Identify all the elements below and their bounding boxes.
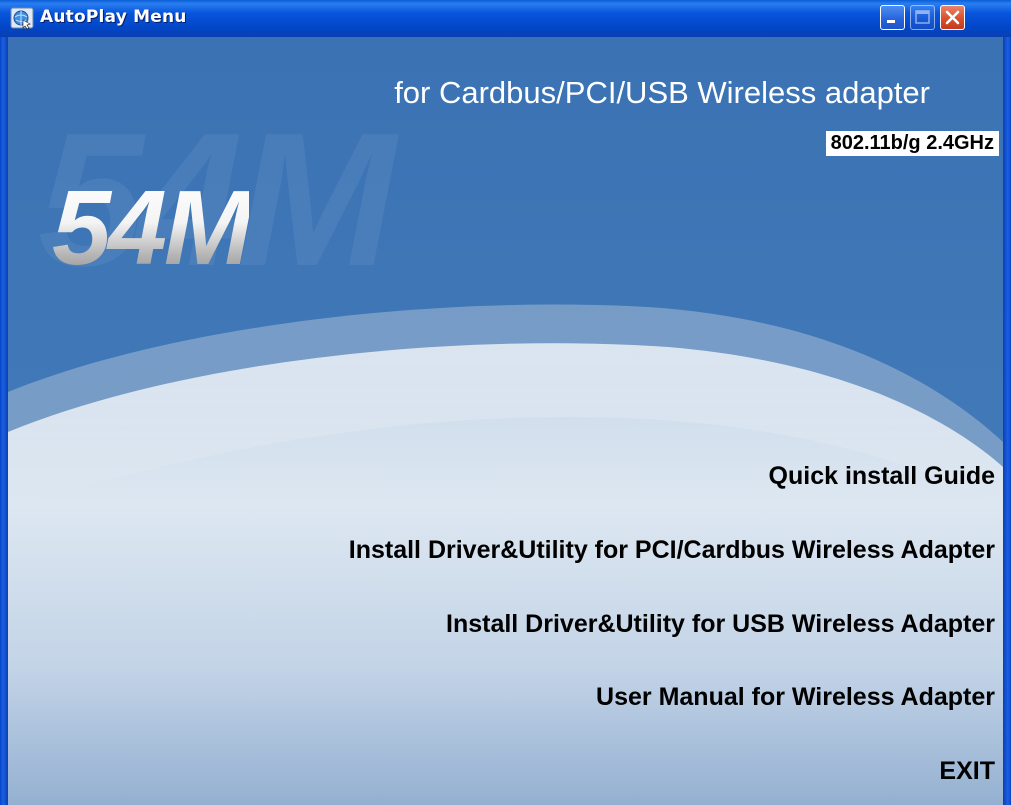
install-pci-cardbus-driver-link[interactable]: Install Driver&Utility for PCI/Cardbus W… [349, 536, 995, 565]
spec-badge: 802.11b/g 2.4GHz [825, 131, 999, 156]
minimize-button[interactable] [880, 5, 905, 30]
maximize-icon [915, 10, 930, 24]
minimize-icon [887, 20, 895, 23]
autoplay-content: 54M for Cardbus/PCI/USB Wireless adapter… [8, 37, 1003, 805]
product-subtitle: for Cardbus/PCI/USB Wireless adapter [394, 75, 930, 110]
window-frame-right [1003, 37, 1011, 805]
exit-link[interactable]: EXIT [939, 757, 995, 786]
close-icon [945, 10, 960, 25]
autoplay-window: AutoPlay Menu for Cardbus/PCI/USB Wirele… [0, 0, 1011, 805]
maximize-button[interactable] [910, 5, 935, 30]
close-button[interactable] [940, 5, 965, 30]
user-manual-link[interactable]: User Manual for Wireless Adapter [596, 683, 995, 712]
install-usb-driver-link[interactable]: Install Driver&Utility for USB Wireless … [446, 610, 995, 639]
quick-install-guide-link[interactable]: Quick install Guide [769, 462, 995, 491]
product-logo: 54M [52, 169, 252, 287]
title-bar[interactable]: AutoPlay Menu [0, 0, 1011, 37]
autoplay-globe-icon [10, 7, 34, 30]
window-frame-left [0, 37, 8, 805]
window-title: AutoPlay Menu [40, 7, 187, 27]
